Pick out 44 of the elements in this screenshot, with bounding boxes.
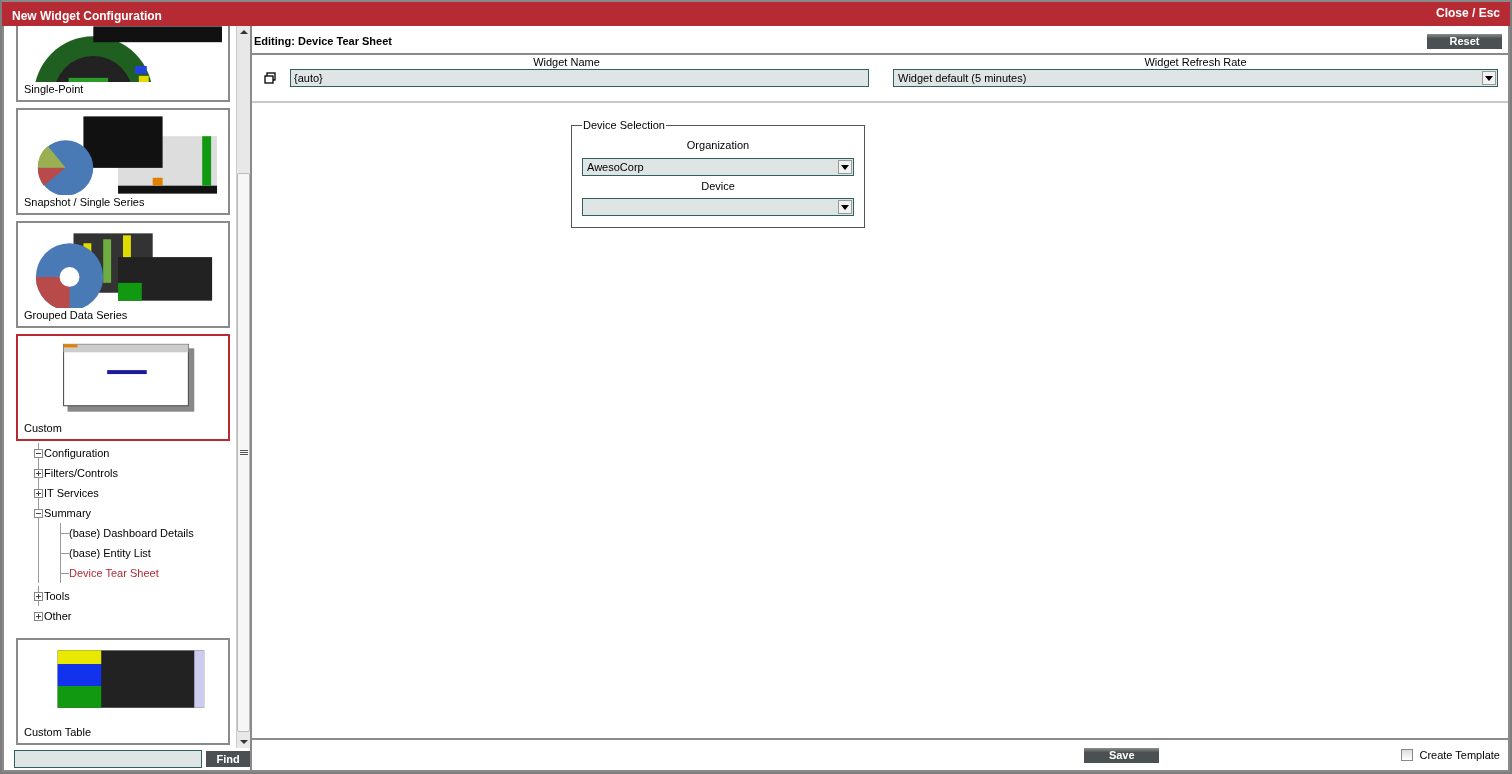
tree-item[interactable]: Filters/Controls <box>43 466 118 480</box>
caret-icon <box>841 164 849 170</box>
tree-item[interactable]: (base) Dashboard Details <box>69 526 194 540</box>
widget-type-card[interactable]: Custom Table <box>16 638 230 745</box>
search-field[interactable] <box>14 750 203 768</box>
editor-heading: Editing: Device Tear Sheet <box>254 35 392 47</box>
card-label: Snapshot / Single Series <box>24 195 146 209</box>
dropdown[interactable]: AwesoCorp <box>582 158 854 176</box>
card-label: Custom <box>24 421 63 435</box>
group-legend: Device Selection <box>582 119 666 131</box>
close-link[interactable]: Close / Esc <box>1435 6 1500 20</box>
field-label: Device <box>700 179 736 193</box>
checkbox-label: Create Template <box>1419 749 1500 761</box>
window-icon <box>264 72 276 84</box>
window-title: New Widget Configuration <box>12 8 162 23</box>
tree-item[interactable]: Summary <box>43 506 92 520</box>
caret-icon <box>1485 75 1493 81</box>
dropdown[interactable]: Widget default (5 minutes) <box>893 69 1498 87</box>
field-label: Organization <box>685 138 751 152</box>
field-label: Widget Name <box>532 55 601 69</box>
card-label: Grouped Data Series <box>24 308 129 322</box>
dropdown[interactable] <box>582 198 854 216</box>
card-label: Custom Table <box>24 725 93 739</box>
widget-type-card[interactable]: Snapshot / Single Series <box>16 108 230 215</box>
widget-type-card[interactable]: Custom <box>16 334 230 441</box>
tree-item[interactable]: (base) Entity List <box>69 546 151 560</box>
scrollbar-thumb[interactable] <box>237 173 250 732</box>
scrollbar[interactable] <box>236 26 250 748</box>
reset-button[interactable]: Reset <box>1427 33 1502 49</box>
caret-icon <box>841 204 849 210</box>
tree-item[interactable]: Tools <box>43 589 70 603</box>
field-label: Widget Refresh Rate <box>1143 55 1248 69</box>
widget-type-card[interactable]: Grouped Data Series <box>16 221 230 328</box>
tree-item[interactable]: Other <box>43 609 72 623</box>
card-label: Single-Point <box>24 82 85 96</box>
find-button[interactable]: Find <box>206 751 250 767</box>
tree-item[interactable]: Configuration <box>43 446 110 460</box>
grip-icon <box>239 449 248 456</box>
widget-type-card[interactable]: Single-Point <box>16 26 230 102</box>
tree-item[interactable]: Device Tear Sheet <box>69 566 159 580</box>
widget-name-field[interactable]: {auto} <box>290 69 869 87</box>
checkbox[interactable] <box>1401 749 1414 761</box>
save-button[interactable]: Save <box>1084 747 1160 763</box>
tree-item[interactable]: IT Services <box>43 486 99 500</box>
